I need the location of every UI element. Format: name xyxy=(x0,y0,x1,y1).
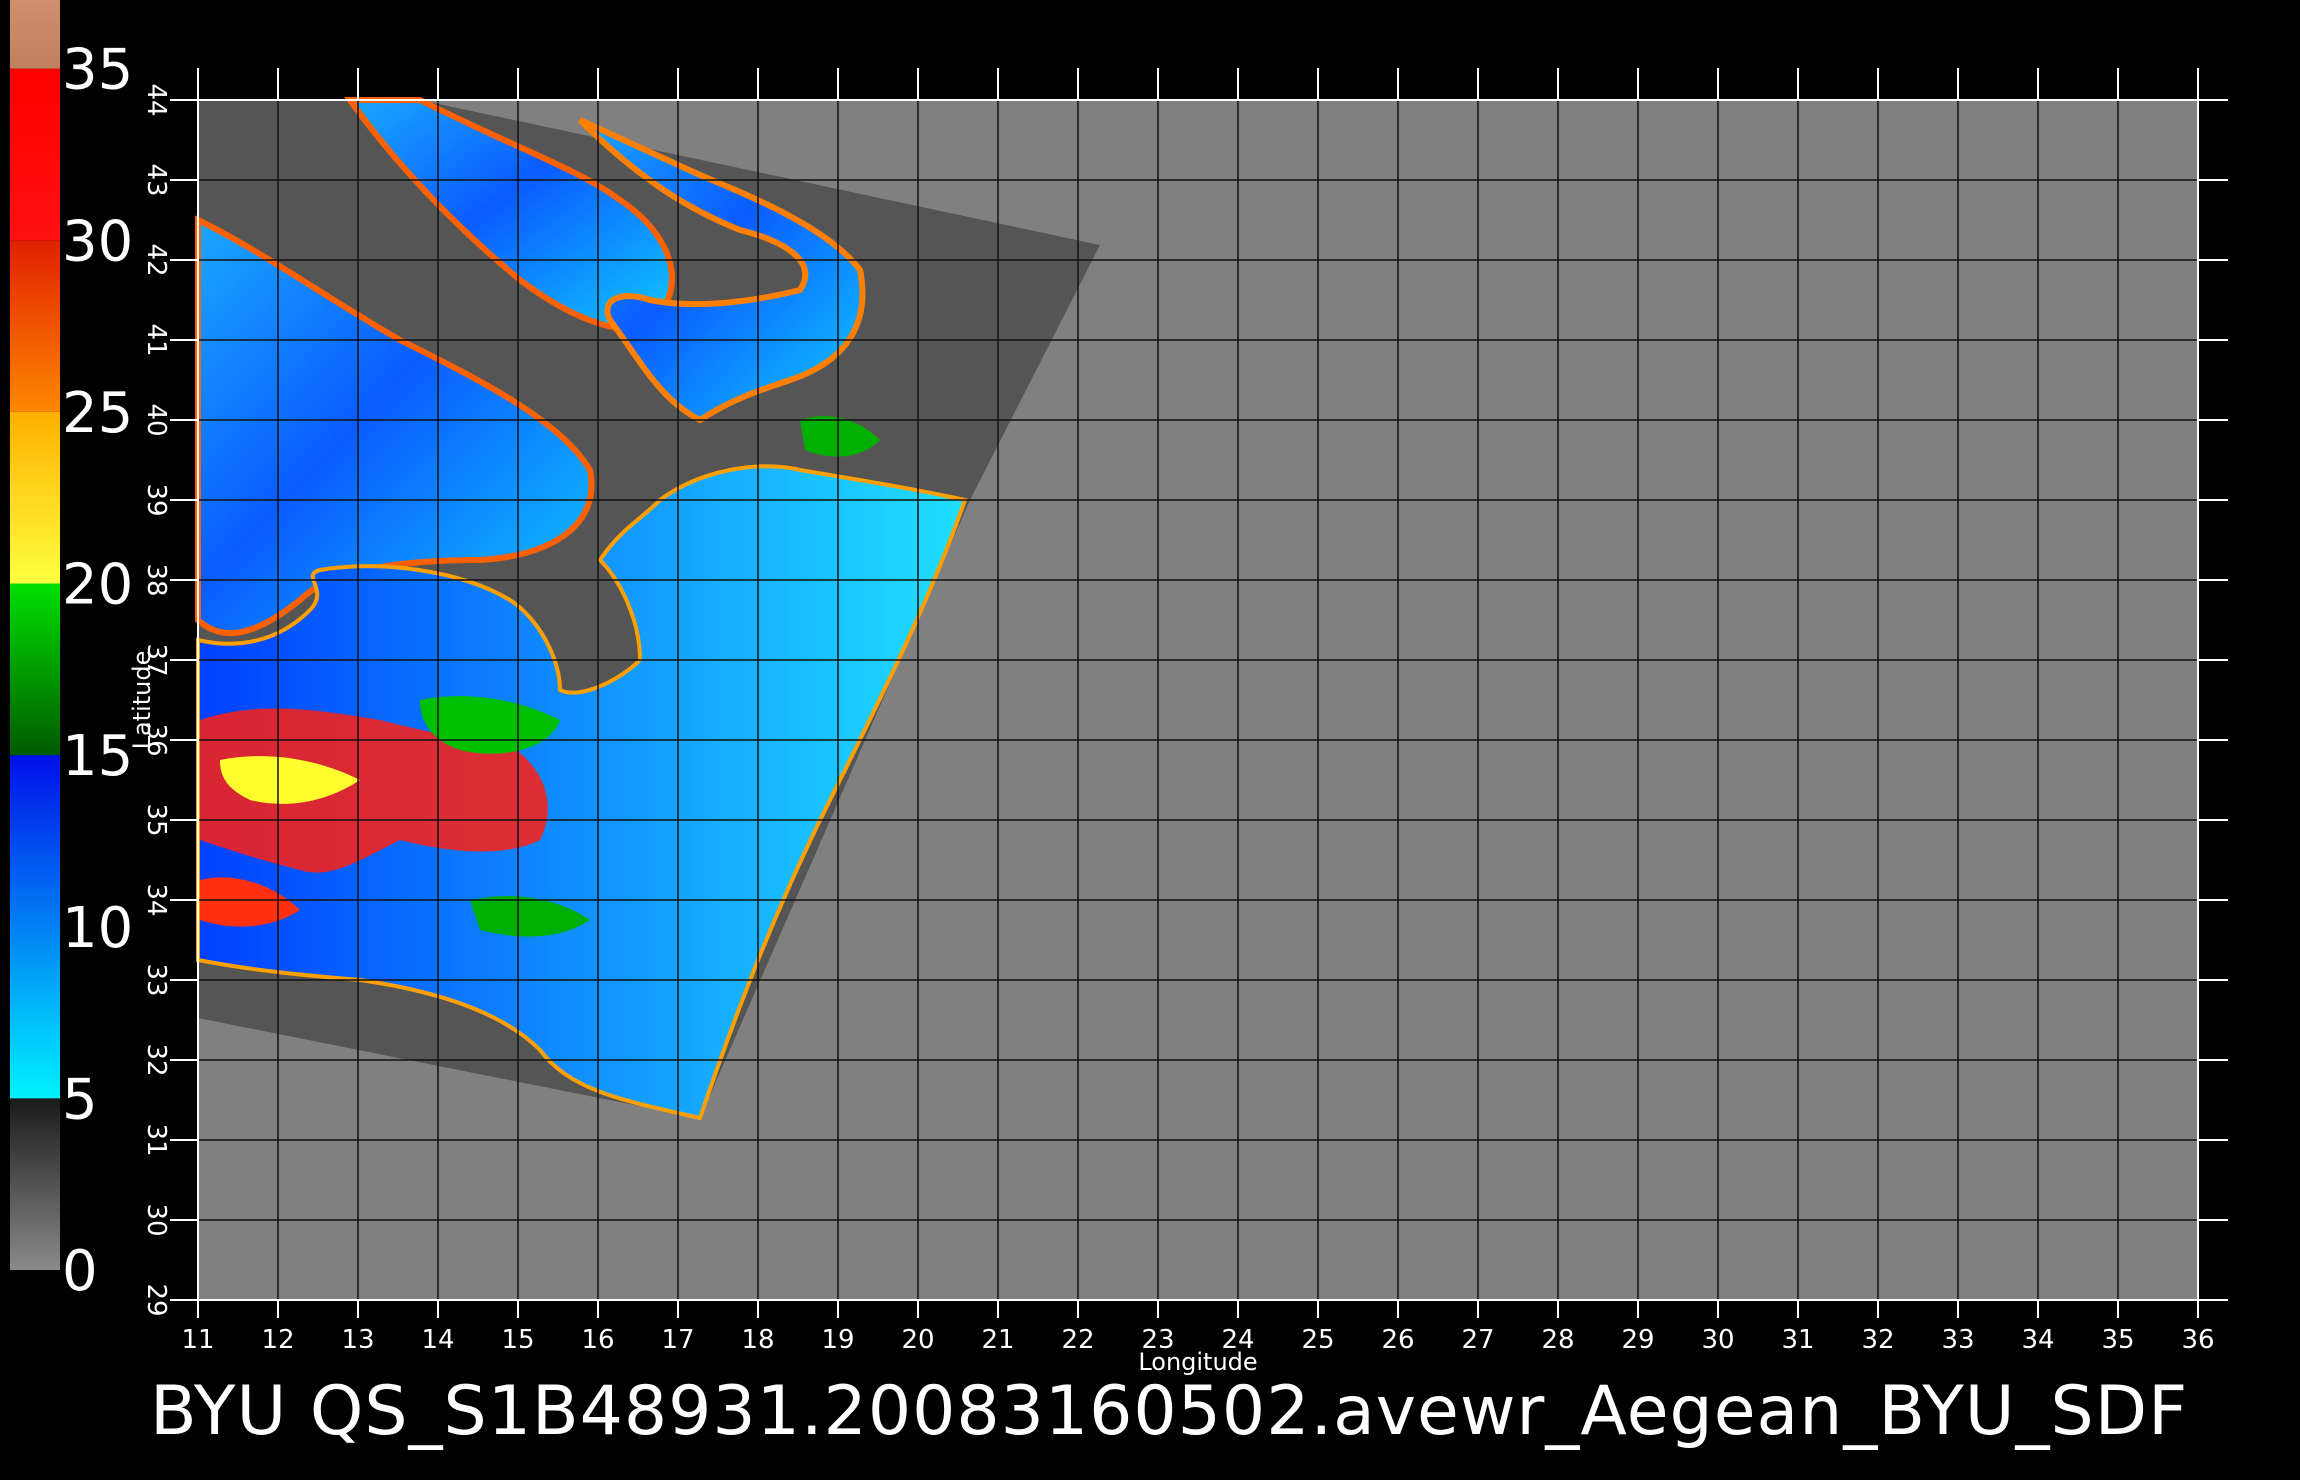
colorbar-segment xyxy=(10,1098,60,1270)
x-tick-label: 30 xyxy=(1701,1325,1734,1355)
y-tick-label: 34 xyxy=(141,883,171,916)
colorbar-label: 30 xyxy=(62,209,133,274)
x-tick-label: 22 xyxy=(1061,1325,1094,1355)
x-tick-label: 34 xyxy=(2021,1325,2054,1355)
x-tick-label: 36 xyxy=(2181,1325,2214,1355)
colorbar: 35 30 25 20 15 10 5 0 xyxy=(10,0,133,1304)
x-tick-label: 32 xyxy=(1861,1325,1894,1355)
y-tick-label: 30 xyxy=(141,1203,171,1236)
colorbar-segment xyxy=(10,411,60,584)
colorbar-label: 15 xyxy=(62,724,133,789)
y-tick-label: 35 xyxy=(141,803,171,836)
x-tick-label: 15 xyxy=(501,1325,534,1355)
colorbar-segment xyxy=(10,583,60,756)
y-tick-label: 32 xyxy=(141,1043,171,1076)
x-tick-label: 21 xyxy=(981,1325,1014,1355)
x-tick-label: 28 xyxy=(1541,1325,1574,1355)
y-tick-label: 33 xyxy=(141,963,171,996)
x-tick-label: 17 xyxy=(661,1325,694,1355)
colorbar-label: 10 xyxy=(62,896,133,961)
y-tick-label: 29 xyxy=(141,1283,171,1316)
x-tick-label: 35 xyxy=(2101,1325,2134,1355)
colorbar-label: 20 xyxy=(62,553,133,618)
colorbar-label: 0 xyxy=(62,1239,98,1304)
map-figure: 35 30 25 20 15 10 5 0 11 12 13 14 15 16 17 18 19 20 21 22 2… xyxy=(10,0,2228,1376)
colorbar-segment xyxy=(10,240,60,412)
y-tick-label: 41 xyxy=(141,323,171,356)
x-tick-label: 11 xyxy=(181,1325,214,1355)
y-tick-label: 43 xyxy=(141,163,171,196)
x-tick-label: 33 xyxy=(1941,1325,1974,1355)
x-tick-label: 20 xyxy=(901,1325,934,1355)
x-tick-label: 31 xyxy=(1781,1325,1814,1355)
colorbar-segment xyxy=(10,0,60,69)
y-tick-label: 39 xyxy=(141,483,171,516)
x-tick-label: 13 xyxy=(341,1325,374,1355)
y-tick-label: 31 xyxy=(141,1123,171,1156)
x-tick-label: 27 xyxy=(1461,1325,1494,1355)
x-tick-label: 25 xyxy=(1301,1325,1334,1355)
y-tick-label: 42 xyxy=(141,243,171,276)
colorbar-label: 35 xyxy=(62,38,133,103)
x-tick-label: 19 xyxy=(821,1325,854,1355)
colorbar-segment xyxy=(10,68,60,241)
x-tick-label: 16 xyxy=(581,1325,614,1355)
colorbar-label: 5 xyxy=(62,1067,98,1132)
y-axis-label: Latitude xyxy=(128,651,156,750)
y-tick-label: 44 xyxy=(141,83,171,116)
colorbar-label: 25 xyxy=(62,381,133,446)
y-tick-label: 40 xyxy=(141,403,171,436)
x-tick-label: 29 xyxy=(1621,1325,1654,1355)
y-tick-label: 38 xyxy=(141,563,171,596)
file-caption: BYU QS_S1B48931.20083160502.avewr_Aegean… xyxy=(150,1372,2189,1451)
x-tick-label: 14 xyxy=(421,1325,454,1355)
x-tick-label: 18 xyxy=(741,1325,774,1355)
colorbar-segment xyxy=(10,755,60,1099)
x-tick-label: 26 xyxy=(1381,1325,1414,1355)
x-tick-label: 12 xyxy=(261,1325,294,1355)
